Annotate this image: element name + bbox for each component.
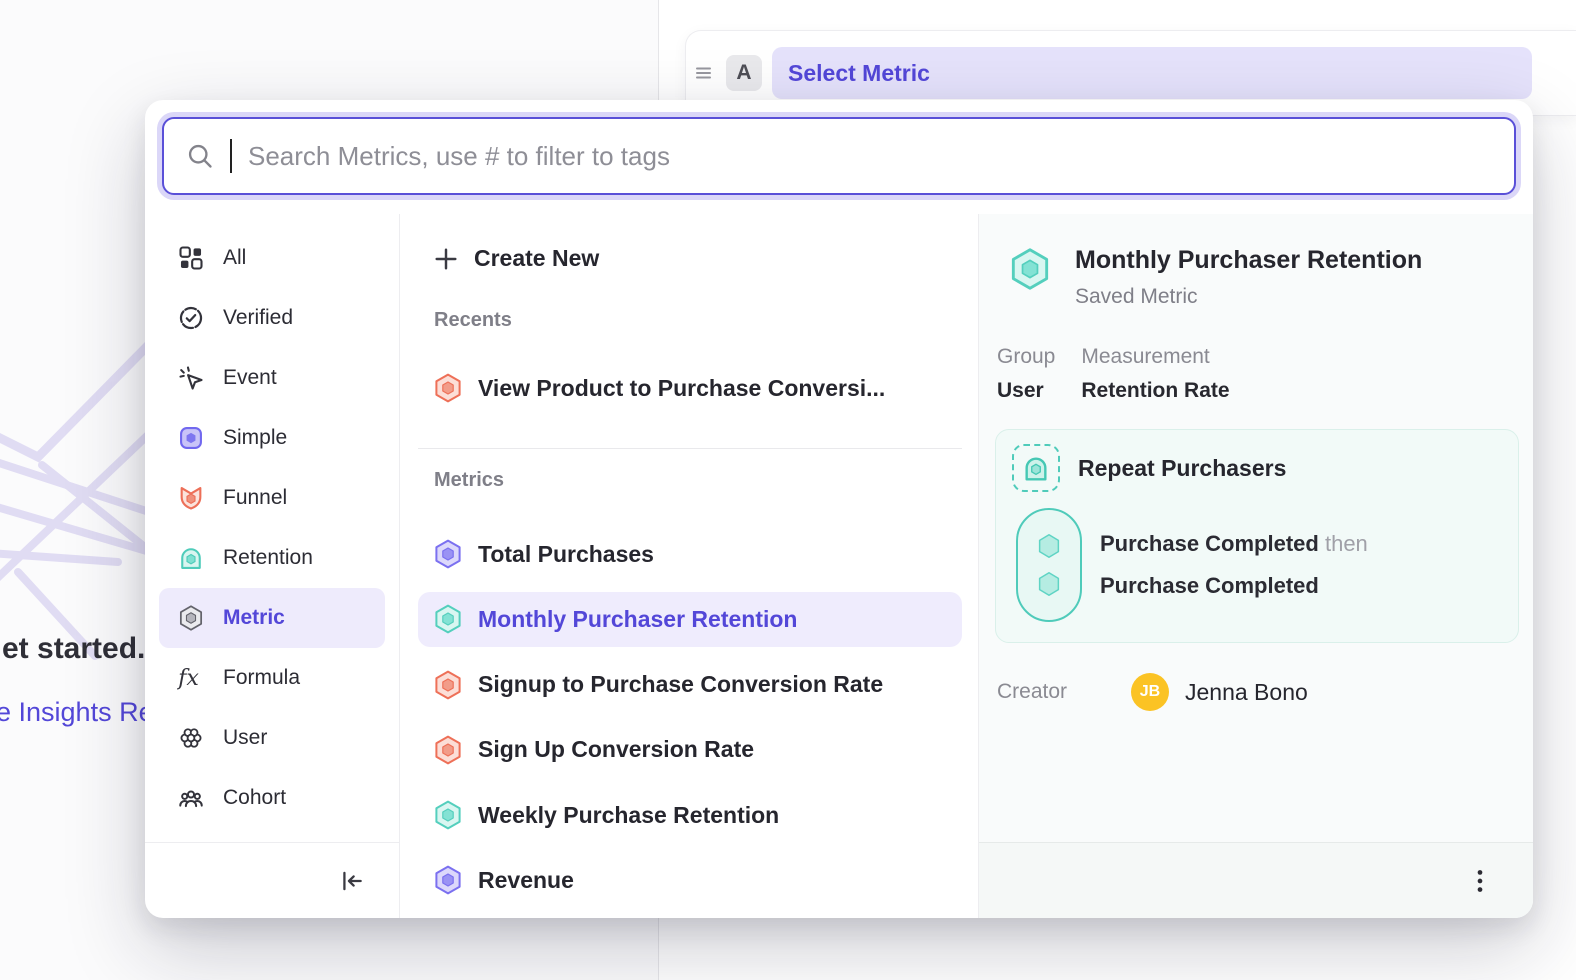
definition-card-body: Purchase Completed then Purchase Complet… — [1012, 508, 1502, 622]
metric-hexagon-icon — [432, 864, 464, 896]
retention-icon — [177, 544, 205, 572]
search-icon — [186, 142, 214, 170]
text-cursor — [230, 139, 232, 173]
query-letter-badge[interactable]: A — [726, 55, 762, 91]
select-metric-button[interactable]: Select Metric — [772, 47, 1532, 99]
list-divider — [418, 448, 962, 449]
creator-row: Creator JB Jenna Bono — [997, 673, 1513, 711]
event-steps: Purchase Completed then Purchase Complet… — [1100, 508, 1368, 622]
definition-card-title: Repeat Purchasers — [1078, 455, 1286, 482]
search-bar-container: Search Metrics, use # to filter to tags — [145, 100, 1533, 200]
metric-hexagon-icon — [432, 538, 464, 570]
metric-hexagon-icon — [432, 669, 464, 701]
metric-list-item[interactable]: Signup to Purchase Conversion Rate — [418, 657, 962, 712]
group-meta: Group User — [997, 345, 1055, 403]
metric-hexagon-icon — [432, 734, 464, 766]
metric-hexagon-icon — [432, 603, 464, 635]
detail-footer — [979, 842, 1533, 918]
event-hexagon-icon — [1034, 531, 1064, 561]
metric-detail-panel: Monthly Purchaser Retention Saved Metric… — [978, 214, 1533, 918]
plus-icon — [432, 245, 460, 273]
measurement-value: Retention Rate — [1081, 379, 1229, 403]
grid-icon — [177, 244, 205, 272]
search-input[interactable]: Search Metrics, use # to filter to tags — [162, 117, 1516, 195]
metric-hexagon-icon — [432, 799, 464, 831]
metric-list-item[interactable]: Total Purchases — [418, 527, 962, 582]
then-connector: then — [1325, 531, 1368, 556]
creator-label: Creator — [997, 680, 1131, 704]
sidebar-item-simple[interactable]: Simple — [159, 408, 385, 468]
sidebar-item-retention[interactable]: Retention — [159, 528, 385, 588]
metric-definition-card: Repeat Purchasers Purchase Completed — [995, 429, 1519, 643]
insights-report-link[interactable]: e Insights Re — [0, 697, 154, 728]
metrics-heading: Metrics — [434, 463, 978, 499]
metric-selector-dialog: Search Metrics, use # to filter to tags … — [145, 100, 1533, 918]
group-value: User — [997, 379, 1055, 403]
event-hexagon-icon — [1034, 569, 1064, 599]
arch-hexagon-icon — [1020, 452, 1052, 484]
create-new-button[interactable]: Create New — [418, 230, 962, 287]
search-placeholder: Search Metrics, use # to filter to tags — [248, 141, 670, 172]
funnel-icon — [177, 484, 205, 512]
saved-metric-hexagon-icon — [1007, 246, 1053, 292]
creator-name: Jenna Bono — [1185, 679, 1308, 706]
formula-fx-icon: ƒx — [177, 664, 205, 692]
measurement-label: Measurement — [1081, 345, 1229, 369]
step-2: Purchase Completed — [1100, 573, 1368, 599]
sidebar-item-funnel[interactable]: Funnel — [159, 468, 385, 528]
metric-hexagon-icon — [177, 604, 205, 632]
sidebar-item-verified[interactable]: Verified — [159, 288, 385, 348]
svg-text:ƒx: ƒx — [177, 665, 199, 691]
sidebar-item-all[interactable]: All — [159, 228, 385, 288]
detail-meta: Group User Measurement Retention Rate — [997, 345, 1513, 403]
sidebar-item-cohort[interactable]: Cohort — [159, 768, 385, 828]
sidebar-item-user[interactable]: User — [159, 708, 385, 768]
measurement-meta: Measurement Retention Rate — [1081, 345, 1229, 403]
detail-header: Monthly Purchaser Retention Saved Metric — [1007, 246, 1513, 309]
metric-list-item-selected[interactable]: Monthly Purchaser Retention — [418, 592, 962, 647]
sidebar-item-event[interactable]: Event — [159, 348, 385, 408]
retention-cohort-icon — [1012, 444, 1060, 492]
metric-list-item[interactable]: Weekly Purchase Retention — [418, 788, 962, 843]
verified-badge-icon — [177, 304, 205, 332]
detail-title: Monthly Purchaser Retention — [1075, 246, 1422, 275]
funnel-metric-hexagon-icon — [432, 372, 464, 404]
simple-metric-icon — [177, 424, 205, 452]
creator-avatar: JB — [1131, 673, 1169, 711]
get-started-heading: et started. — [2, 632, 145, 666]
metric-list-item[interactable]: Sign Up Conversion Rate — [418, 722, 962, 777]
event-sequence-capsule — [1016, 508, 1082, 622]
metric-list-column: Create New Recents View Product to Purch… — [400, 214, 978, 918]
group-label: Group — [997, 345, 1055, 369]
definition-card-header: Repeat Purchasers — [1012, 444, 1502, 492]
kebab-menu-icon[interactable] — [1467, 866, 1493, 896]
drag-handle-icon[interactable] — [694, 61, 716, 85]
sidebar-item-formula[interactable]: ƒx Formula — [159, 648, 385, 708]
recents-heading: Recents — [434, 303, 978, 339]
category-sidebar: All Verified Event — [145, 214, 400, 918]
detail-subtitle: Saved Metric — [1075, 285, 1422, 309]
sidebar-footer — [145, 842, 399, 918]
sidebar-item-metric[interactable]: Metric — [159, 588, 385, 648]
step-1: Purchase Completed then — [1100, 531, 1368, 557]
user-cluster-icon — [177, 724, 205, 752]
collapse-sidebar-icon[interactable] — [339, 868, 365, 894]
cohort-people-icon — [177, 784, 205, 812]
cursor-click-icon — [177, 364, 205, 392]
recent-metric-item[interactable]: View Product to Purchase Conversi... — [418, 361, 962, 416]
metric-list-item[interactable]: Revenue — [418, 853, 962, 908]
